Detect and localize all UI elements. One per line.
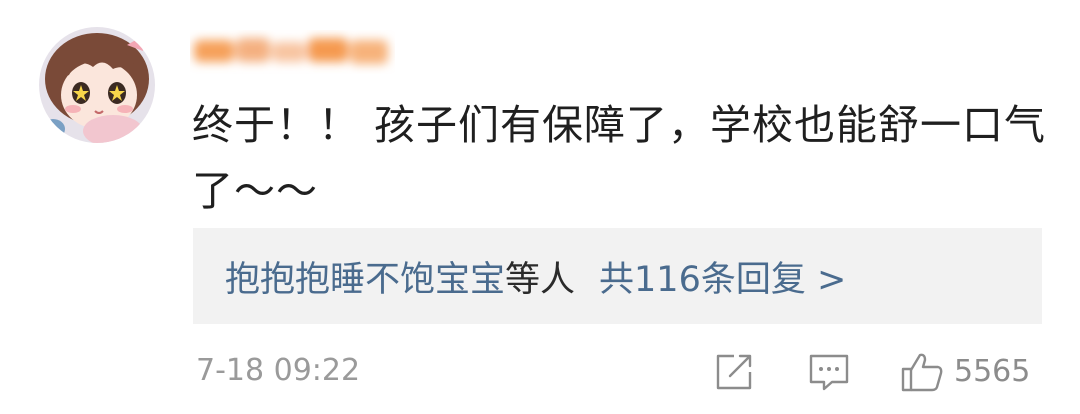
like-button[interactable]: 5565 [900, 350, 1030, 394]
share-icon [716, 354, 752, 390]
replies-summary-button[interactable]: 抱抱抱睡不饱宝宝 等人 共116条回复 > [193, 228, 1042, 324]
username-redacted[interactable] [190, 30, 395, 74]
reply-users-link[interactable]: 抱抱抱睡不饱宝宝 [225, 251, 505, 302]
comment-icon [809, 354, 849, 391]
like-count: 5565 [954, 354, 1031, 389]
thumbs-up-icon [901, 353, 943, 392]
comment-timestamp: 7-18 09:22 [196, 353, 361, 388]
share-button[interactable] [714, 350, 758, 394]
reply-count-link[interactable]: 共116条回复 > [599, 251, 846, 302]
avatar-image [39, 27, 155, 143]
reply-button[interactable] [808, 350, 854, 394]
reply-users-suffix: 等人 [505, 259, 576, 300]
redacted-name-blur [194, 38, 388, 64]
comment-item: 终于！！ 孩子们有保障了，学校也能舒一口气了～～ 抱抱抱睡不饱宝宝 等人 共11… [0, 0, 1080, 414]
avatar[interactable] [39, 27, 155, 143]
comment-text: 终于！！ 孩子们有保障了，学校也能舒一口气了～～ [192, 101, 1047, 215]
